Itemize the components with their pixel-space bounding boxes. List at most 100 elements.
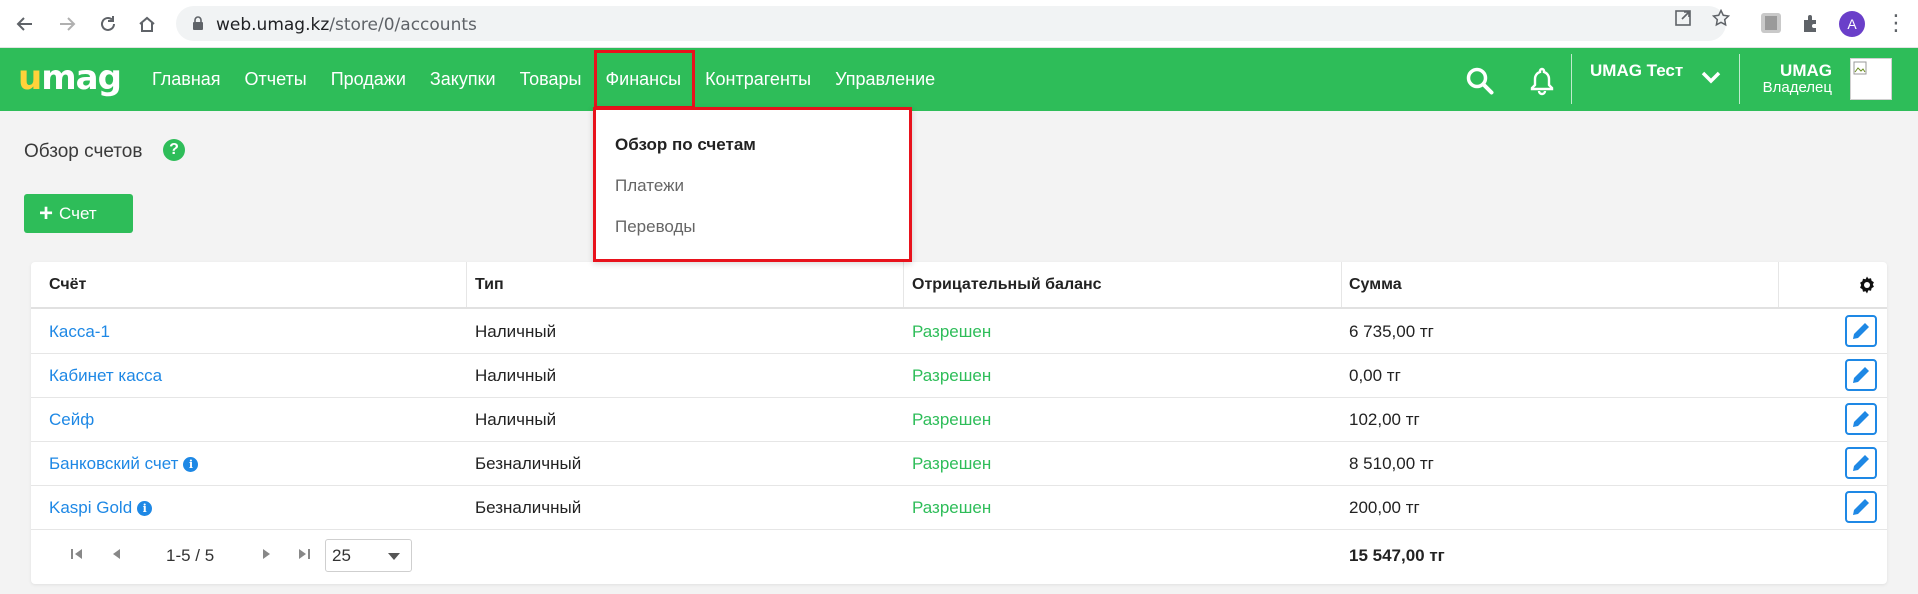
nav-item-sales[interactable]: Продажи [319,48,418,111]
negative-balance-status: Разрешен [912,454,992,473]
logo-rest: mag [41,58,122,98]
edit-button[interactable] [1845,403,1877,435]
extensions-puzzle-icon[interactable] [1800,12,1822,34]
bell-icon[interactable] [1527,66,1557,96]
broken-image-icon [1853,61,1867,75]
table-header: Счёт Тип Отрицательный баланс Сумма [31,262,1887,309]
account-link[interactable]: Kaspi Gold i [49,498,153,518]
edit-button[interactable] [1845,447,1877,479]
pagination-range: 1-5 / 5 [166,546,215,565]
finance-highlight-box [594,50,695,109]
account-link[interactable]: Касса-1 [49,322,110,342]
account-type: Наличный [475,366,557,385]
nav-item-reports[interactable]: Отчеты [233,48,319,111]
bookmark-star-icon[interactable] [1711,8,1731,27]
top-nav: Главная Отчеты Продажи Закупки Товары Фи… [140,48,947,111]
edit-button[interactable] [1845,491,1877,523]
account-type: Наличный [475,322,557,341]
table-row: Сейф Наличный Разрешен 102,00 тг [31,397,1887,442]
plus-icon: + [39,200,54,227]
account-sum: 200,00 тг [1349,498,1420,517]
account-name[interactable]: Касса-1 [49,322,110,341]
info-icon[interactable]: i [183,457,199,472]
home-icon[interactable] [134,11,160,37]
column-divider [466,262,467,307]
extension-image-icon[interactable] [1760,12,1782,34]
account-sum: 0,00 тг [1349,366,1401,385]
table-row: Касса-1 Наличный Разрешен 6 735,00 тг [31,309,1887,354]
table-row: Кабинет касса Наличный Разрешен 0,00 тг [31,353,1887,398]
account-link[interactable]: Банковский счет i [49,454,199,474]
nav-item-products[interactable]: Товары [508,48,594,111]
column-header-sum[interactable]: Сумма [1349,276,1402,294]
menu-item-transfers[interactable]: Переводы [615,217,696,237]
negative-balance-status: Разрешен [912,322,992,341]
nav-item-management[interactable]: Управление [823,48,947,111]
account-name[interactable]: Kaspi Gold [49,498,132,517]
column-divider [1341,262,1342,307]
info-icon[interactable]: i [137,501,153,516]
user-avatar[interactable] [1850,58,1892,100]
nav-item-home[interactable]: Главная [140,48,233,111]
accounts-table: Счёт Тип Отрицательный баланс Сумма Касс… [31,262,1887,584]
pencil-icon [1853,367,1869,383]
menu-item-accounts-overview[interactable]: Обзор по счетам [615,135,756,155]
finance-dropdown-menu: Обзор по счетам Платежи Переводы [593,107,912,262]
store-selector-label[interactable]: UMAG Тест [1590,61,1683,81]
negative-balance-status: Разрешен [912,410,992,429]
lock-icon [193,16,203,30]
pencil-icon [1853,499,1869,515]
url-host: web.umag.kz [216,15,330,35]
help-icon[interactable]: ? [163,139,185,161]
browser-toolbar: web.umag.kz/store/0/accounts A ⋮ [0,0,1918,48]
account-sum: 102,00 тг [1349,410,1420,429]
forward-icon[interactable] [54,11,80,37]
account-type: Безналичный [475,454,582,473]
nav-item-counterparties[interactable]: Контрагенты [693,48,823,111]
pencil-icon [1853,323,1869,339]
add-account-button[interactable]: + Счет [24,194,133,233]
column-header-type[interactable]: Тип [475,276,504,294]
table-row: Kaspi Gold i Безналичный Разрешен 200,00 … [31,485,1887,530]
account-sum: 6 735,00 тг [1349,322,1434,341]
gear-icon[interactable] [1857,275,1877,295]
edit-button[interactable] [1845,315,1877,347]
account-name[interactable]: Банковский счет [49,454,178,473]
prev-page-icon[interactable] [109,546,125,562]
url-text: web.umag.kz/store/0/accounts [216,15,477,35]
account-name[interactable]: Кабинет касса [49,366,162,385]
add-account-label: Счет [59,204,97,223]
page-size-select[interactable]: 25 [325,539,412,572]
account-type: Наличный [475,410,557,429]
edit-button[interactable] [1845,359,1877,391]
pencil-icon [1853,455,1869,471]
profile-avatar[interactable]: A [1839,11,1865,37]
back-icon[interactable] [12,11,38,37]
negative-balance-status: Разрешен [912,366,992,385]
column-divider [1778,262,1779,307]
search-icon[interactable] [1465,66,1495,96]
umag-logo[interactable]: umag [18,58,122,98]
pencil-icon [1853,411,1869,427]
open-in-app-icon[interactable] [1674,9,1692,27]
address-bar[interactable]: web.umag.kz/store/0/accounts [176,6,1726,41]
account-type: Безналичный [475,498,582,517]
first-page-icon[interactable] [69,546,85,562]
account-link[interactable]: Сейф [49,410,94,430]
account-name[interactable]: Сейф [49,410,94,429]
logo-first-letter: u [18,58,42,98]
more-vert-icon[interactable]: ⋮ [1885,12,1907,36]
page-size-value: 25 [332,546,351,565]
menu-item-payments[interactable]: Платежи [615,176,684,196]
user-name[interactable]: UMAG [1720,61,1832,81]
column-divider [903,262,904,307]
reload-icon[interactable] [95,11,121,37]
column-header-negative-balance[interactable]: Отрицательный баланс [912,276,1102,294]
header-divider [1571,54,1572,104]
nav-item-purchases[interactable]: Закупки [418,48,508,111]
last-page-icon[interactable] [296,546,312,562]
column-header-account[interactable]: Счёт [49,276,86,294]
account-link[interactable]: Кабинет касса [49,366,162,386]
next-page-icon[interactable] [258,546,274,562]
chevron-down-icon[interactable] [1700,70,1722,84]
